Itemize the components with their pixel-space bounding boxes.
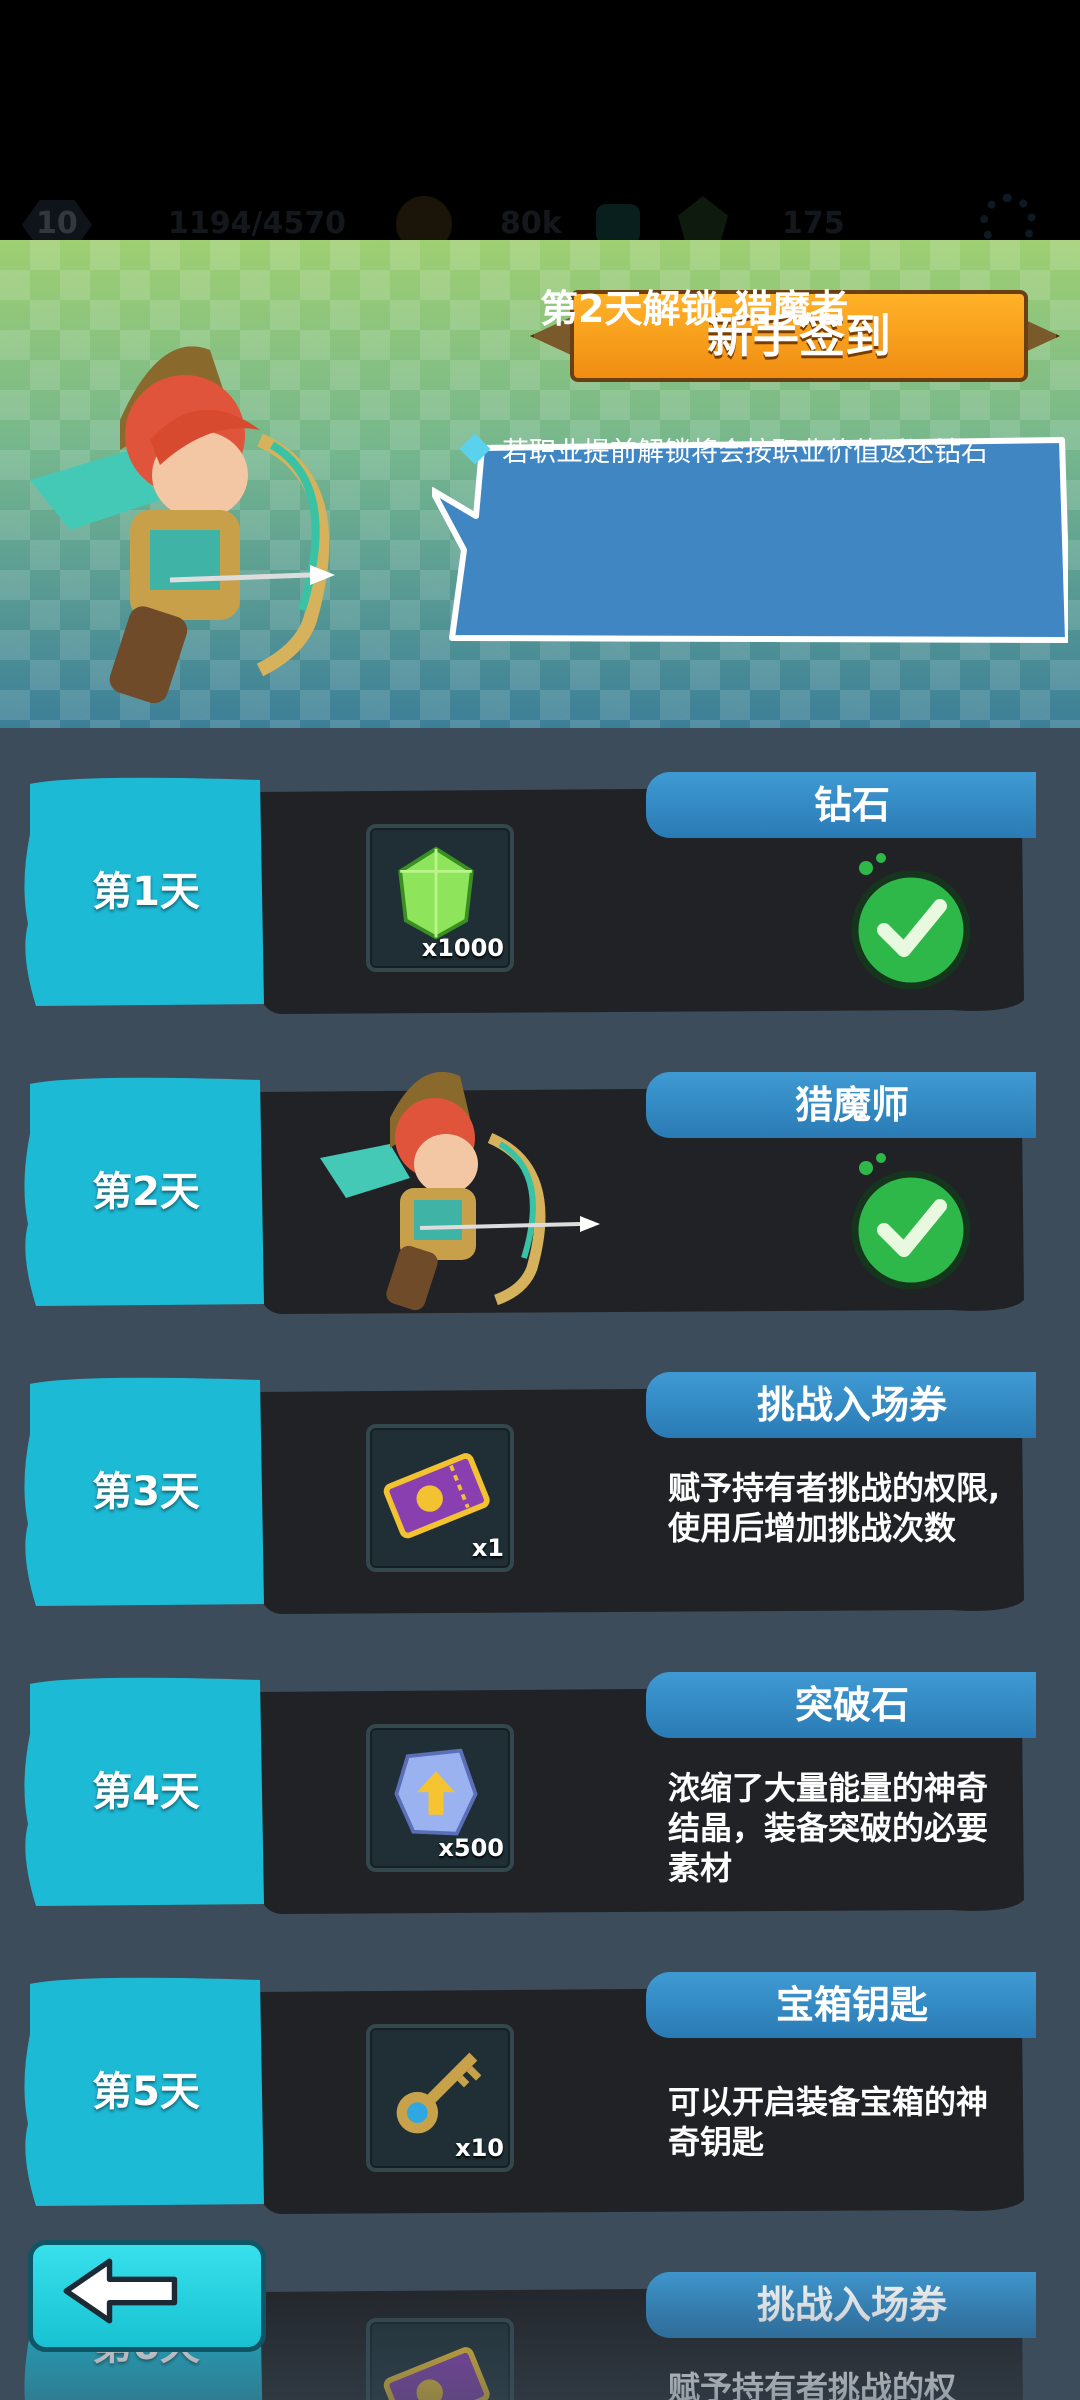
reward-qty: x1000	[421, 934, 504, 962]
reward-title: 挑战入场券	[756, 1383, 947, 1427]
reward-description: 浓缩了大量能量的神奇结晶，装备突破的必要素材	[668, 1769, 989, 1887]
refund-note: 若职业提前解锁将会按职业价值返还钻石	[502, 437, 988, 468]
reward-qty: x10	[455, 2134, 504, 2162]
reward-description: 赋予持有者挑战的权	[668, 2369, 957, 2400]
reward-title: 突破石	[794, 1683, 909, 1727]
reward-qty: x500	[438, 1834, 504, 1862]
day-row: 第1天 钻石 x1000	[0, 728, 1080, 1014]
day-row: 第5天 宝箱钥匙 x10 可以开启装备宝箱的神奇钥匙	[0, 1928, 1080, 2214]
reward-qty: x1	[471, 1534, 504, 1562]
reward-description: 赋予持有者挑战的权限,使用后增加挑战次数	[668, 1469, 1001, 1547]
reward-slot[interactable]: x500	[366, 1724, 514, 1872]
signin-list[interactable]: 第1天 钻石 x1000 第2天 猎魔师 第3天 挑战入场券 x1 赋予持有者挑…	[0, 728, 1080, 2400]
level-text: 10	[36, 206, 78, 241]
unlock-text: 第2天解锁-猎魔者	[540, 287, 849, 331]
reward-slot[interactable]: x10	[366, 2024, 514, 2172]
reward-title: 宝箱钥匙	[775, 1983, 928, 2027]
day-label: 第3天	[92, 1469, 200, 1515]
day-label: 第4天	[92, 1769, 200, 1815]
back-button[interactable]	[28, 2240, 266, 2352]
check-mark-icon	[851, 1153, 971, 1290]
archer-hero-reward-icon[interactable]	[310, 1048, 610, 1318]
reward-title: 钻石	[813, 783, 890, 827]
check-mark-icon	[851, 853, 971, 990]
gem-count: 175	[782, 206, 845, 241]
back-arrow-icon	[63, 2258, 178, 2324]
coin-count: 80k	[500, 206, 562, 241]
reward-slot[interactable]: x1000	[366, 824, 514, 972]
challenge-ticket-icon	[383, 2347, 490, 2400]
reward-description: 可以开启装备宝箱的神奇钥匙	[668, 2083, 989, 2161]
exp-progress-text: 1194/4570	[168, 206, 346, 241]
day-label: 第2天	[92, 1169, 200, 1215]
archer-hero-illustration	[30, 346, 335, 704]
reward-slot[interactable]	[366, 2318, 514, 2400]
reward-title: 猎魔师	[794, 1083, 909, 1127]
reward-title: 挑战入场券	[756, 2283, 947, 2327]
plus-icon[interactable]	[596, 204, 640, 244]
day-row: 第3天 挑战入场券 x1 赋予持有者挑战的权限,使用后增加挑战次数	[0, 1328, 1080, 1614]
day-row: 第2天 猎魔师	[0, 1028, 1080, 1314]
day-row: 第4天 突破石 x500 浓缩了大量能量的神奇结晶，装备突破的必要素材	[0, 1628, 1080, 1914]
reward-slot[interactable]: x1	[366, 1424, 514, 1572]
day-label: 第5天	[92, 2069, 200, 2115]
day-label: 第1天	[92, 869, 200, 915]
status-bar	[0, 0, 1080, 110]
